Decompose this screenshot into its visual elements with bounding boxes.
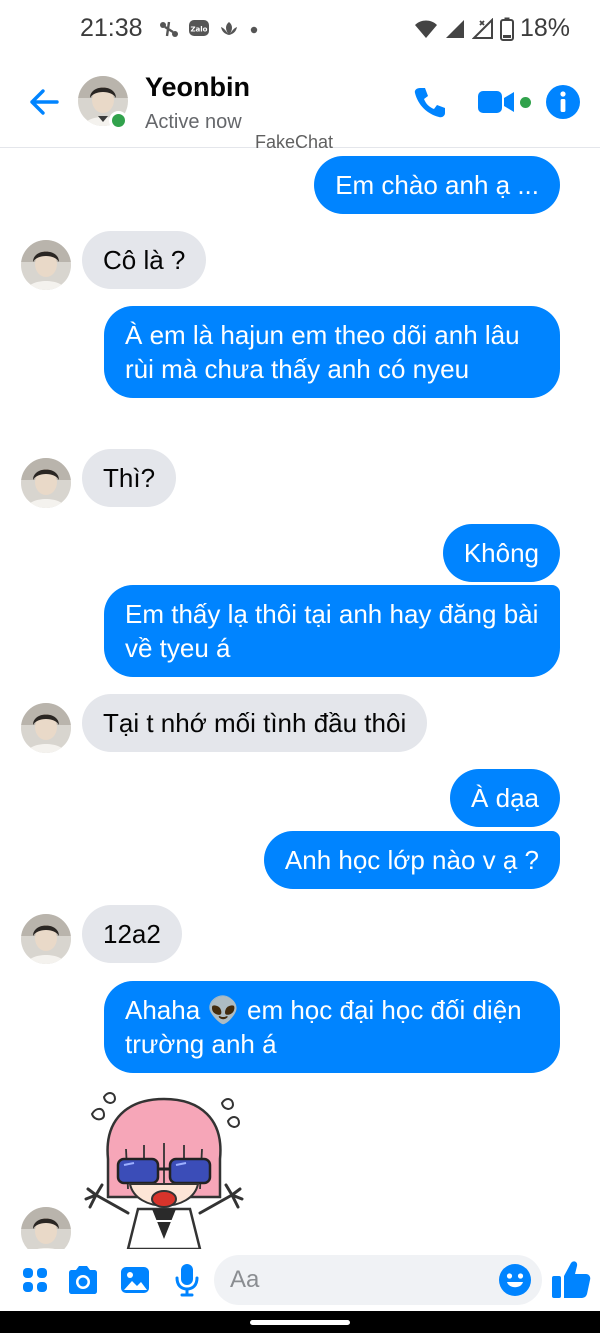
gallery-button[interactable] — [118, 1263, 152, 1297]
conversation-header: Yeonbin Active now FakeChat — [0, 58, 600, 152]
menu-dots-icon — [23, 1268, 47, 1292]
message-bubble-outgoing[interactable]: Em chào anh ạ ... — [314, 156, 560, 214]
sender-avatar[interactable] — [21, 1207, 71, 1249]
gallery-icon — [121, 1267, 149, 1293]
thumbs-up-icon[interactable] — [550, 1259, 592, 1301]
back-button[interactable] — [24, 82, 64, 122]
status-notification-icons: Zalo — [158, 16, 260, 42]
camera-button[interactable] — [66, 1263, 100, 1297]
video-active-dot — [520, 97, 531, 108]
voice-call-button[interactable] — [410, 82, 450, 122]
notification-dot-icon — [250, 26, 258, 34]
video-camera-icon — [478, 91, 514, 113]
sender-avatar[interactable] — [21, 914, 71, 964]
signal-x-icon — [471, 17, 493, 39]
message-bubble-outgoing[interactable]: Không — [442, 524, 560, 582]
battery-percent: 18% — [519, 14, 570, 42]
zalo-icon: Zalo — [189, 20, 209, 36]
status-bar: 21:38 Zalo 18% — [0, 0, 600, 58]
more-actions-button[interactable] — [18, 1263, 52, 1297]
status-system-icons: 18% — [414, 14, 570, 43]
phone-link-icon — [160, 21, 178, 37]
emoji-icon[interactable] — [498, 1263, 532, 1297]
message-bubble-outgoing[interactable]: À em là hajun em theo dõi anh lâu rùi mà… — [104, 306, 560, 398]
message-bubble-outgoing[interactable]: Em thấy lạ thôi tại anh hay đăng bài về … — [104, 585, 560, 677]
wifi-icon — [414, 20, 437, 38]
contact-status: Active now — [145, 111, 242, 133]
sender-avatar[interactable] — [21, 458, 71, 508]
message-bubble-outgoing[interactable]: Ahaha 👽 em học đại học đối diện trường a… — [104, 981, 560, 1073]
system-navigation-bar — [0, 1311, 600, 1333]
contact-name[interactable]: Yeonbin — [145, 72, 250, 103]
battery-icon — [499, 17, 514, 41]
home-indicator[interactable] — [250, 1320, 350, 1325]
message-bubble-incoming[interactable]: Cô là ? — [82, 231, 207, 289]
info-icon[interactable] — [545, 84, 581, 120]
message-list[interactable]: Em chào anh ạ ... Cô là ? À em là hajun … — [0, 149, 600, 1249]
message-input[interactable] — [230, 1255, 490, 1305]
message-bubble-outgoing[interactable]: À dạa — [450, 769, 560, 827]
signal-icon — [445, 19, 464, 38]
active-status-dot — [109, 111, 128, 130]
sender-avatar[interactable] — [21, 240, 71, 290]
sender-avatar[interactable] — [21, 703, 71, 753]
message-composer — [0, 1249, 600, 1311]
message-bubble-incoming[interactable]: Thì? — [82, 449, 177, 507]
message-bubble-outgoing[interactable]: Anh học lớp nào v ạ ? — [263, 831, 560, 889]
status-time: 21:38 — [80, 14, 143, 42]
voice-message-button[interactable] — [170, 1263, 204, 1297]
svg-text:Zalo: Zalo — [190, 26, 207, 34]
phone-icon — [414, 88, 445, 118]
message-input-container — [214, 1255, 542, 1305]
video-call-button[interactable] — [476, 86, 516, 118]
message-bubble-incoming[interactable]: Tại t nhớ mối tình đầu thôi — [82, 694, 428, 752]
back-arrow-icon — [30, 89, 59, 115]
microphone-icon — [175, 1264, 199, 1297]
sticker-message[interactable] — [82, 1089, 246, 1249]
camera-icon — [69, 1266, 97, 1294]
message-bubble-incoming[interactable]: 12a2 — [82, 905, 182, 963]
lotus-app-icon — [221, 22, 237, 35]
